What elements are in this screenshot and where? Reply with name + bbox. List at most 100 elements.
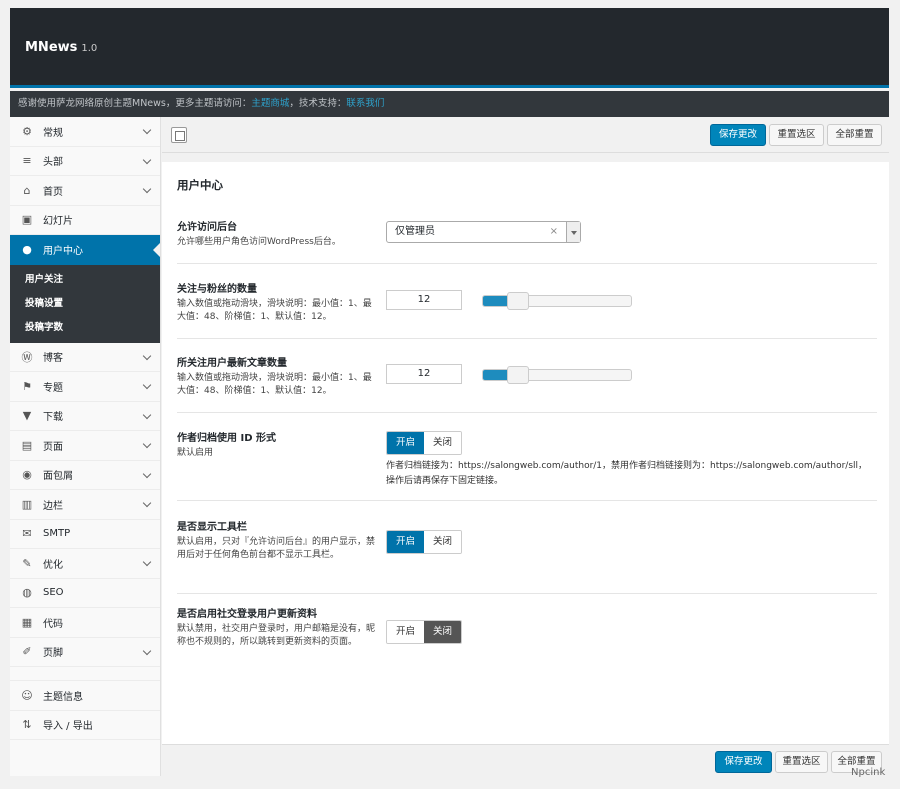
import-icon: ⇅ bbox=[22, 718, 32, 732]
admin-access-select[interactable]: 仅管理员 × bbox=[386, 221, 581, 243]
toggle-on-button[interactable]: 开启 bbox=[387, 621, 424, 643]
sidebar-item-label: 边栏 bbox=[43, 500, 63, 512]
sidebar-item-topics[interactable]: ⚑ 专题 bbox=[10, 372, 160, 402]
field-title: 是否显示工具栏 bbox=[177, 522, 247, 533]
reset-section-button-bottom[interactable]: 重置选区 bbox=[775, 751, 828, 773]
gear-icon: ⚙ bbox=[22, 124, 32, 138]
toggle-off-button[interactable]: 关闭 bbox=[424, 531, 461, 553]
top-toolbar: 保存更改 重置选区 全部重置 bbox=[162, 117, 889, 153]
sidebar-item-breadcrumb[interactable]: ◉ 面包屑 bbox=[10, 461, 160, 490]
sidebar-item-download[interactable]: ▼ 下载 bbox=[10, 402, 160, 431]
toggle-on-button[interactable]: 开启 bbox=[387, 531, 424, 553]
toggle-off-button[interactable]: 关闭 bbox=[424, 432, 461, 454]
toggle-on-button[interactable]: 开启 bbox=[387, 432, 424, 454]
notice-text: 感谢使用萨龙网络原创主题MNews，更多主题请访问： bbox=[18, 98, 252, 109]
user-center-subnav: 用户关注 投稿设置 投稿字数 bbox=[10, 264, 160, 343]
sub-item-follow[interactable]: 用户关注 bbox=[10, 268, 160, 292]
field-title: 是否启用社交登录用户更新资料 bbox=[177, 609, 317, 620]
row-author-id: 作者归档使用 ID 形式 默认启用 开启 关闭 作者归档链接为：https://… bbox=[177, 413, 877, 501]
field-title: 关注与粉丝的数量 bbox=[177, 284, 257, 295]
wordpress-icon: Ⓦ bbox=[21, 350, 33, 364]
field-desc: 输入数值或拖动滑块，滑块说明：最小值：1、最大值：48、阶梯值：1、默认值：12… bbox=[177, 299, 372, 322]
chevron-down-icon[interactable] bbox=[566, 222, 580, 242]
sidebar-item-smtp[interactable]: ✉ SMTP bbox=[10, 520, 160, 549]
sidebar-item-sidebar[interactable]: ▥ 边栏 bbox=[10, 490, 160, 520]
clear-icon[interactable]: × bbox=[550, 222, 558, 242]
flag-icon: ⚑ bbox=[22, 379, 32, 393]
mail-icon: ✉ bbox=[22, 527, 32, 541]
sidebar-icon: ▥ bbox=[21, 497, 33, 511]
row-toolbar-show: 是否显示工具栏 默认启用，只对『允许访问后台』的用户显示，禁用后对于任何角色前台… bbox=[177, 501, 877, 594]
sidebar-item-label: 面包屑 bbox=[43, 471, 73, 483]
notice-text-2: ，技术支持： bbox=[289, 98, 347, 109]
sidebar-item-code[interactable]: ▦ 代码 bbox=[10, 608, 160, 638]
latest-posts-slider[interactable] bbox=[482, 366, 632, 384]
sidebar-item-label: 优化 bbox=[43, 559, 63, 571]
sidebar-item-label: SEO bbox=[43, 587, 64, 599]
toolbar-show-toggle[interactable]: 开启 关闭 bbox=[386, 530, 462, 554]
field-title: 允许访问后台 bbox=[177, 222, 237, 233]
sidebar-item-optimize[interactable]: ✎ 优化 bbox=[10, 549, 160, 579]
sidebar-item-slides[interactable]: ▣ 幻灯片 bbox=[10, 206, 160, 235]
download-icon: ▼ bbox=[22, 409, 32, 423]
app-name: MNews bbox=[25, 40, 78, 55]
smile-icon: ☺ bbox=[21, 688, 33, 702]
sidebar: ⚙ 常规 ≡ 头部 ⌂ 首页 ▣ 幻灯片 ● 用户中心 用户关注 投稿设置 投稿字数 Ⓦ 博… bbox=[10, 117, 161, 776]
user-icon: ● bbox=[22, 243, 32, 257]
slider-handle[interactable] bbox=[506, 366, 529, 384]
sidebar-item-pages[interactable]: ▤ 页面 bbox=[10, 431, 160, 461]
select-value: 仅管理员 bbox=[395, 226, 435, 237]
sidebar-item-label: 头部 bbox=[43, 157, 63, 169]
contact-link[interactable]: 联系我们 bbox=[346, 98, 384, 109]
save-button-bottom[interactable]: 保存更改 bbox=[715, 751, 772, 773]
slider-handle[interactable] bbox=[506, 292, 529, 310]
top-header: MNews 1.0 bbox=[10, 8, 889, 88]
field-desc: 默认启用 bbox=[177, 448, 214, 458]
sidebar-item-footer[interactable]: ✐ 页脚 bbox=[10, 638, 160, 667]
sidebar-item-label: 页脚 bbox=[43, 648, 63, 660]
menu-icon: ≡ bbox=[22, 154, 32, 168]
reset-all-button[interactable]: 全部重置 bbox=[827, 124, 882, 146]
sidebar-item-label: 常规 bbox=[43, 127, 63, 139]
sidebar-item-label: 页面 bbox=[43, 441, 63, 453]
theme-store-link[interactable]: 主题商城 bbox=[251, 98, 289, 109]
social-update-toggle[interactable]: 开启 关闭 bbox=[386, 620, 462, 644]
sidebar-item-general[interactable]: ⚙ 常规 bbox=[10, 117, 160, 147]
sidebar-item-label: 代码 bbox=[43, 618, 63, 630]
sidebar-item-blog[interactable]: Ⓦ 博客 bbox=[10, 343, 160, 372]
sidebar-item-label: 博客 bbox=[43, 353, 63, 365]
sub-item-submission[interactable]: 投稿设置 bbox=[10, 292, 160, 316]
field-desc: 输入数值或拖动滑块，滑块说明：最小值：1、最大值：48、阶梯值：1、默认值：12… bbox=[177, 373, 372, 396]
latest-posts-input[interactable]: 12 bbox=[386, 364, 462, 384]
sidebar-item-import-export[interactable]: ⇅ 导入 / 导出 bbox=[10, 711, 160, 740]
field-desc: 允许哪些用户角色访问WordPress后台。 bbox=[177, 237, 341, 247]
reset-section-button[interactable]: 重置选区 bbox=[769, 124, 824, 146]
sub-item-word-count[interactable]: 投稿字数 bbox=[10, 316, 160, 340]
author-id-toggle[interactable]: 开启 关闭 bbox=[386, 431, 462, 455]
sidebar-item-user-center[interactable]: ● 用户中心 bbox=[10, 235, 160, 265]
field-title: 作者归档使用 ID 形式 bbox=[177, 433, 276, 444]
sidebar-item-header[interactable]: ≡ 头部 bbox=[10, 147, 160, 176]
app-version: 1.0 bbox=[81, 43, 98, 54]
toggle-off-button[interactable]: 关闭 bbox=[424, 621, 461, 643]
save-button[interactable]: 保存更改 bbox=[710, 124, 766, 146]
watermark: Npcink bbox=[851, 767, 886, 778]
follow-count-input[interactable]: 12 bbox=[386, 290, 462, 310]
sidebar-item-label: 下载 bbox=[43, 412, 63, 424]
sidebar-item-label: 导入 / 导出 bbox=[43, 721, 93, 733]
sidebar-item-theme-info[interactable]: ☺ 主题信息 bbox=[10, 681, 160, 711]
sidebar-item-label: 用户中心 bbox=[43, 246, 83, 258]
settings-panel: 用户中心 允许访问后台 允许哪些用户角色访问WordPress后台。 仅管理员 … bbox=[162, 162, 889, 744]
sidebar-item-seo[interactable]: ◍ SEO bbox=[10, 579, 160, 608]
row-follow-count: 关注与粉丝的数量 输入数值或拖动滑块，滑块说明：最小值：1、最大值：48、阶梯值… bbox=[177, 264, 877, 339]
sidebar-item-home[interactable]: ⌂ 首页 bbox=[10, 176, 160, 206]
sidebar-item-label: 主题信息 bbox=[43, 691, 83, 703]
pin-icon: ✐ bbox=[22, 645, 32, 659]
page-icon: ▤ bbox=[21, 438, 33, 452]
slides-icon: ▣ bbox=[21, 213, 33, 227]
follow-count-slider[interactable] bbox=[482, 292, 632, 310]
field-title: 所关注用户最新文章数量 bbox=[177, 358, 287, 369]
row-admin-access: 允许访问后台 允许哪些用户角色访问WordPress后台。 仅管理员 × bbox=[177, 210, 877, 264]
author-id-help: 作者归档链接为：https://salongweb.com/author/1，禁… bbox=[386, 461, 868, 486]
expand-toggle-button[interactable] bbox=[171, 127, 187, 143]
